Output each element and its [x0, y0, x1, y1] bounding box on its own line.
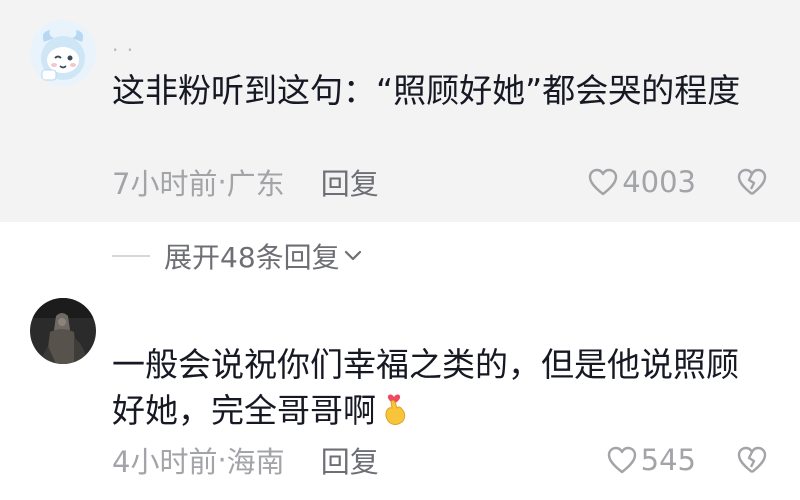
dislike-button[interactable] — [734, 162, 770, 202]
comment-text-content: 一般会说祝你们幸福之类的，但是他说照顾好她，完全哥哥啊 — [112, 345, 739, 430]
comment-meta: 7小时前 · 广东 回复 — [112, 162, 379, 202]
comment-text: 这非粉听到这句：“照顾好她”都会哭的程度 — [112, 71, 741, 110]
meta-separator: · — [217, 165, 227, 199]
comment-item: 一般会说祝你们幸福之类的，但是他说照顾好她，完全哥哥啊 4小时前 · 海南 回复… — [0, 280, 800, 500]
broken-heart-icon — [737, 168, 767, 195]
heart-outline-icon — [588, 168, 618, 196]
avatar[interactable] — [30, 298, 96, 364]
like-button[interactable]: 545 — [607, 440, 696, 480]
finger-heart-emoji — [380, 392, 408, 438]
expand-divider — [112, 255, 150, 257]
like-count: 545 — [640, 443, 696, 477]
expand-replies-button[interactable]: 展开48条回复 — [112, 234, 362, 278]
like-count: 4003 — [622, 165, 696, 199]
username[interactable]: · · — [112, 38, 134, 62]
chevron-down-icon — [344, 250, 361, 261]
comment-location: 广东 — [226, 167, 285, 201]
meta-separator: · — [217, 443, 227, 477]
comment-location: 海南 — [226, 445, 285, 479]
avatar[interactable] — [30, 20, 96, 86]
reply-button[interactable]: 回复 — [321, 439, 379, 481]
heart-outline-icon — [607, 446, 636, 474]
expand-replies-label: 展开48条回复 — [164, 241, 340, 274]
like-button[interactable]: 4003 — [588, 162, 696, 202]
broken-heart-icon — [737, 446, 767, 473]
comment-text: 一般会说祝你们幸福之类的，但是他说照顾好她，完全哥哥啊 — [112, 342, 762, 438]
comment-item: · · 这非粉听到这句：“照顾好她”都会哭的程度 7小时前 · 广东 回复 40… — [0, 0, 800, 222]
comment-list: · · 这非粉听到这句：“照顾好她”都会哭的程度 7小时前 · 广东 回复 40… — [0, 0, 800, 500]
dislike-button[interactable] — [734, 440, 770, 480]
comment-time: 7小时前 — [112, 167, 218, 201]
reply-button[interactable]: 回复 — [321, 161, 379, 203]
comment-meta: 4小时前 · 海南 回复 — [112, 440, 379, 480]
comment-time: 4小时前 — [112, 445, 218, 479]
